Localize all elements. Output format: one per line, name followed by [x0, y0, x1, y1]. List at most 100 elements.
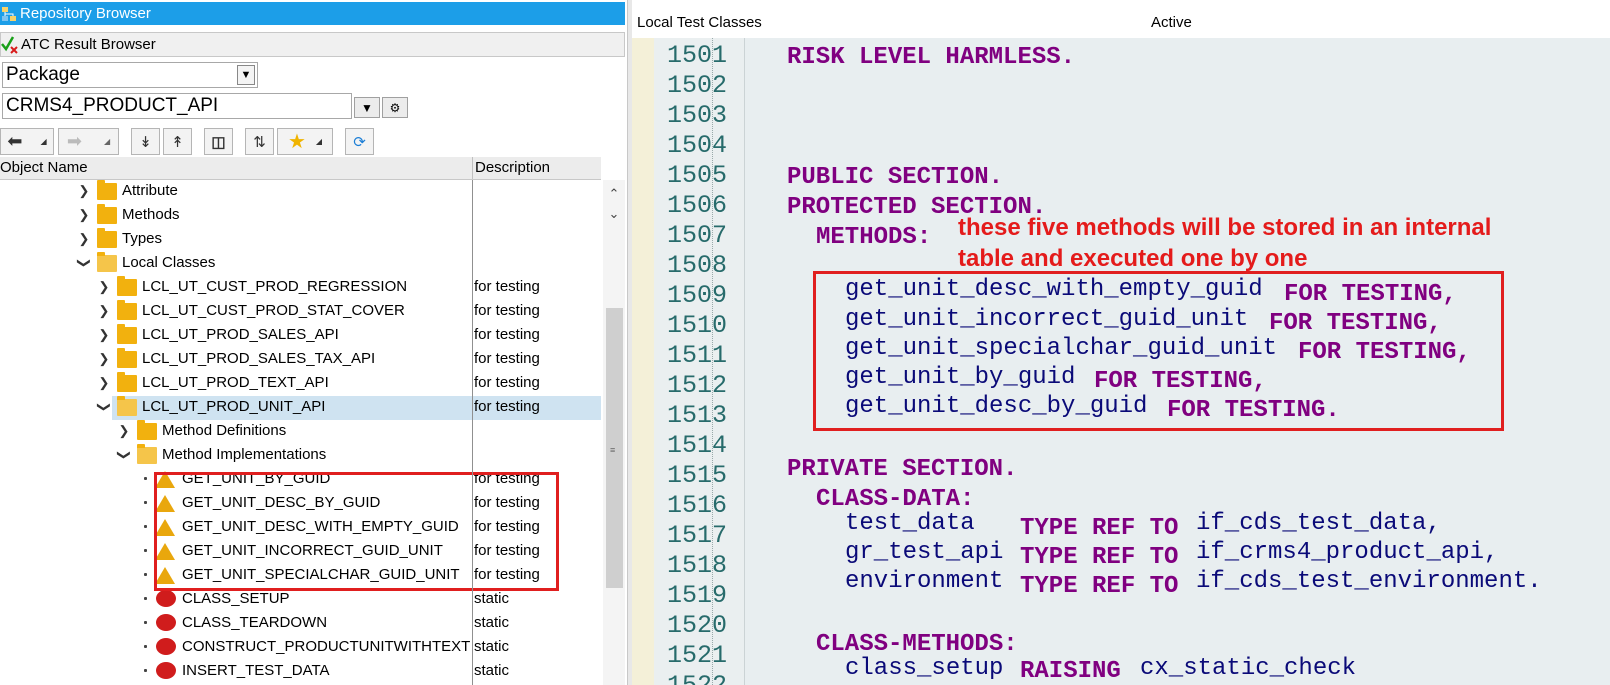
double-chevron-down-icon: ↡	[139, 133, 152, 151]
bullet-dot	[144, 525, 147, 528]
code-area[interactable]: RISK LEVEL HARMLESS. PUBLIC SECTION. PRO…	[744, 38, 1610, 685]
tree-row[interactable]: ❯ Methods	[0, 204, 601, 228]
code-line-1515: PRIVATE SECTION.	[787, 456, 1018, 483]
tree-row[interactable]: GET_UNIT_INCORRECT_GUID_UNIT for testing	[0, 540, 601, 564]
object-type-value: Package	[6, 64, 80, 85]
back-button[interactable]: ⬅ ◢	[0, 128, 54, 155]
code-line-1516: CLASS-DATA:	[816, 486, 975, 513]
tree-row[interactable]: ❯ LCL_UT_PROD_SALES_TAX_API for testing	[0, 348, 601, 372]
method-id: get_unit_desc_by_guid	[845, 393, 1148, 420]
tree-scrollbar[interactable]: ⌃ ⌄ ≡	[603, 180, 625, 685]
bullet-dot	[144, 573, 147, 576]
chevron-right-icon[interactable]: ❯	[78, 231, 90, 247]
tree-row-description: static	[474, 662, 510, 679]
column-divider[interactable]	[472, 180, 473, 685]
annotation-text-line2: table and executed one by one	[958, 245, 1308, 272]
tree-row-label: LCL_UT_CUST_PROD_STAT_COVER	[142, 302, 405, 319]
collapse-all-button[interactable]: ↟	[163, 128, 192, 155]
scroll-down-icon[interactable]: ⌄	[606, 206, 622, 222]
line-number: 1502	[667, 71, 728, 100]
display-button[interactable]: ⚙	[382, 97, 408, 118]
folder-icon	[117, 300, 137, 320]
method-id: get_unit_desc_with_empty_guid	[845, 276, 1263, 303]
tree-row-description: for testing	[474, 518, 540, 535]
tree-row[interactable]: INSERT_TEST_DATA static	[0, 660, 601, 684]
repository-browser-tab[interactable]: Repository Browser	[0, 2, 625, 25]
expand-all-button[interactable]: ↡	[131, 128, 160, 155]
tree-row-label: CLASS_SETUP	[182, 590, 290, 607]
tree-row-description: for testing	[474, 494, 540, 511]
description-header[interactable]: Description	[472, 157, 600, 179]
tree-row-label: Local Classes	[122, 254, 216, 271]
tree-row[interactable]: CLASS_SETUP static	[0, 588, 601, 612]
tree-row-label: Attribute	[122, 182, 178, 199]
chevron-down-icon[interactable]: ▼	[237, 65, 255, 85]
object-tree: ❯ Attribute ❯ Methods ❯ Types ❯ Local Cl…	[0, 180, 601, 685]
tree-row[interactable]: GET_UNIT_BY_GUID for testing	[0, 468, 601, 492]
tree-row[interactable]: ❯ Local Classes	[0, 252, 601, 276]
tree-row[interactable]: ❯ Types	[0, 228, 601, 252]
chevron-right-icon[interactable]: ❯	[98, 375, 110, 391]
chevron-right-icon[interactable]: ❯	[78, 207, 90, 223]
binoculars-icon: ◫	[211, 133, 226, 151]
method-id: get_unit_by_guid	[845, 364, 1076, 391]
chevron-down-icon[interactable]: ❯	[76, 257, 92, 269]
tree-row[interactable]: ❯ LCL_UT_PROD_SALES_API for testing	[0, 324, 601, 348]
line-number: 1518	[667, 551, 728, 580]
atc-result-browser-tab[interactable]: ATC Result Browser	[0, 32, 625, 57]
tree-row[interactable]: ❯ Attribute	[0, 180, 601, 204]
package-input[interactable]: CRMS4_PRODUCT_API	[2, 93, 352, 119]
line-number: 1507	[667, 221, 728, 250]
refresh-button[interactable]: ⟳	[345, 128, 374, 155]
bullet-dot	[144, 621, 147, 624]
bullet-dot	[144, 501, 147, 504]
warning-triangle-icon	[155, 495, 175, 512]
tree-row[interactable]: GET_UNIT_DESC_BY_GUID for testing	[0, 492, 601, 516]
tree-row[interactable]: GET_UNIT_DESC_WITH_EMPTY_GUID for testin…	[0, 516, 601, 540]
line-number: 1516	[667, 491, 728, 520]
bullet-dot	[144, 597, 147, 600]
find-button[interactable]: ◫	[204, 128, 233, 155]
tree-row[interactable]: CLASS_TEARDOWN static	[0, 612, 601, 636]
tree-row-label: Method Definitions	[162, 422, 287, 439]
tree-row-label: CLASS_TEARDOWN	[182, 614, 328, 631]
tree-row[interactable]: ❯ LCL_UT_PROD_UNIT_API for testing	[0, 396, 601, 420]
arrow-right-icon: ➡	[66, 131, 82, 151]
chevron-right-icon[interactable]: ❯	[98, 327, 110, 343]
annotation-text-line1: these five methods will be stored in an …	[958, 214, 1492, 241]
sort-button[interactable]: ⇅	[245, 128, 274, 155]
tree-row[interactable]: CONSTRUCT_PRODUCTUNITWITHTEXT static	[0, 636, 601, 660]
repository-tree-icon	[0, 5, 18, 23]
tree-row[interactable]: ❯ LCL_UT_PROD_TEXT_API for testing	[0, 372, 601, 396]
type-name: if_cds_test_environment.	[1196, 568, 1542, 595]
chevron-right-icon[interactable]: ❯	[98, 303, 110, 319]
dropdown-arrow-icon: ▼	[361, 100, 373, 115]
tree-row[interactable]: ❯ LCL_UT_CUST_PROD_REGRESSION for testin…	[0, 276, 601, 300]
warning-triangle-icon	[155, 519, 175, 536]
scroll-up-icon[interactable]: ⌃	[606, 186, 622, 202]
line-number: 1517	[667, 521, 728, 550]
chevron-right-icon[interactable]: ❯	[78, 183, 90, 199]
tree-row[interactable]: ❯ Method Definitions	[0, 420, 601, 444]
chevron-right-icon[interactable]: ❯	[118, 423, 130, 439]
package-dropdown-button[interactable]: ▼	[354, 97, 380, 118]
object-type-select[interactable]: Package ▼	[2, 62, 258, 88]
tree-row-description: for testing	[474, 374, 540, 391]
forward-button[interactable]: ➡ ◢	[58, 128, 119, 155]
for-testing-kw: FOR TESTING,	[1094, 368, 1267, 395]
editor-gutter[interactable]	[632, 38, 654, 685]
tree-row[interactable]: GET_UNIT_SPECIALCHAR_GUID_UNIT for testi…	[0, 564, 601, 588]
tree-row[interactable]: ❯ Method Implementations	[0, 444, 601, 468]
tree-row-label: GET_UNIT_DESC_WITH_EMPTY_GUID	[182, 518, 459, 535]
favorites-button[interactable]: ★ ◢	[277, 128, 333, 155]
glasses-icon: ⚙	[389, 100, 401, 115]
chevron-down-icon[interactable]: ❯	[96, 401, 112, 413]
open-folder-icon	[117, 396, 137, 416]
for-testing-kw: FOR TESTING,	[1284, 281, 1457, 308]
object-name-header[interactable]: Object Name	[0, 159, 88, 176]
tree-row[interactable]: ❯ LCL_UT_CUST_PROD_STAT_COVER for testin…	[0, 300, 601, 324]
chevron-down-icon[interactable]: ❯	[116, 449, 132, 461]
chevron-right-icon[interactable]: ❯	[98, 279, 110, 295]
line-number: 1501	[667, 41, 728, 70]
chevron-right-icon[interactable]: ❯	[98, 351, 110, 367]
